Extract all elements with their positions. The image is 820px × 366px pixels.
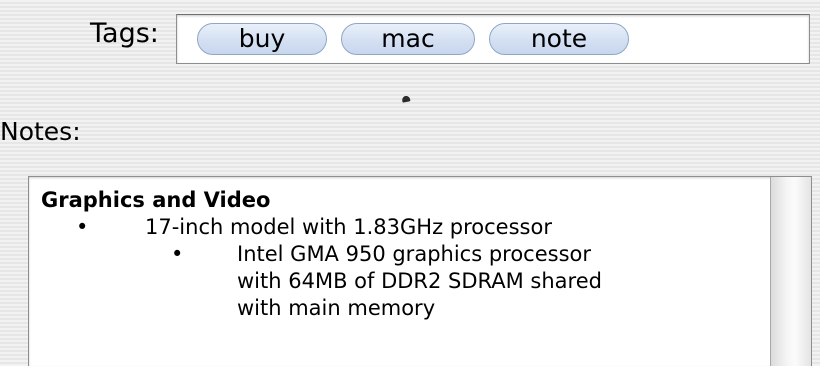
tag-list: buy mac note	[197, 23, 629, 55]
sub-bullet-item: • Intel GMA 950 graphics processor with …	[41, 241, 621, 322]
tag-token-buy[interactable]: buy	[197, 23, 327, 55]
bullet-item: • 17-inch model with 1.83GHz processor	[41, 214, 763, 241]
tags-field[interactable]: buy mac note	[176, 14, 810, 64]
bullet-text: 17-inch model with 1.83GHz processor	[145, 215, 552, 239]
notes-text-area[interactable]: Graphics and Video • 17-inch model with …	[28, 176, 812, 366]
notes-content: Graphics and Video • 17-inch model with …	[41, 187, 763, 322]
splitter-handle[interactable]	[401, 95, 411, 103]
tag-token-mac[interactable]: mac	[341, 23, 475, 55]
bullet-icon: •	[76, 215, 89, 239]
bullet-icon: •	[171, 242, 184, 266]
tags-label: Tags:	[90, 18, 159, 49]
tag-token-note[interactable]: note	[489, 23, 629, 55]
notes-heading: Graphics and Video	[41, 188, 271, 212]
vertical-scrollbar[interactable]	[770, 177, 811, 366]
notes-label: Notes:	[0, 117, 81, 146]
bullet-text: Intel GMA 950 graphics processor with 64…	[237, 242, 602, 320]
